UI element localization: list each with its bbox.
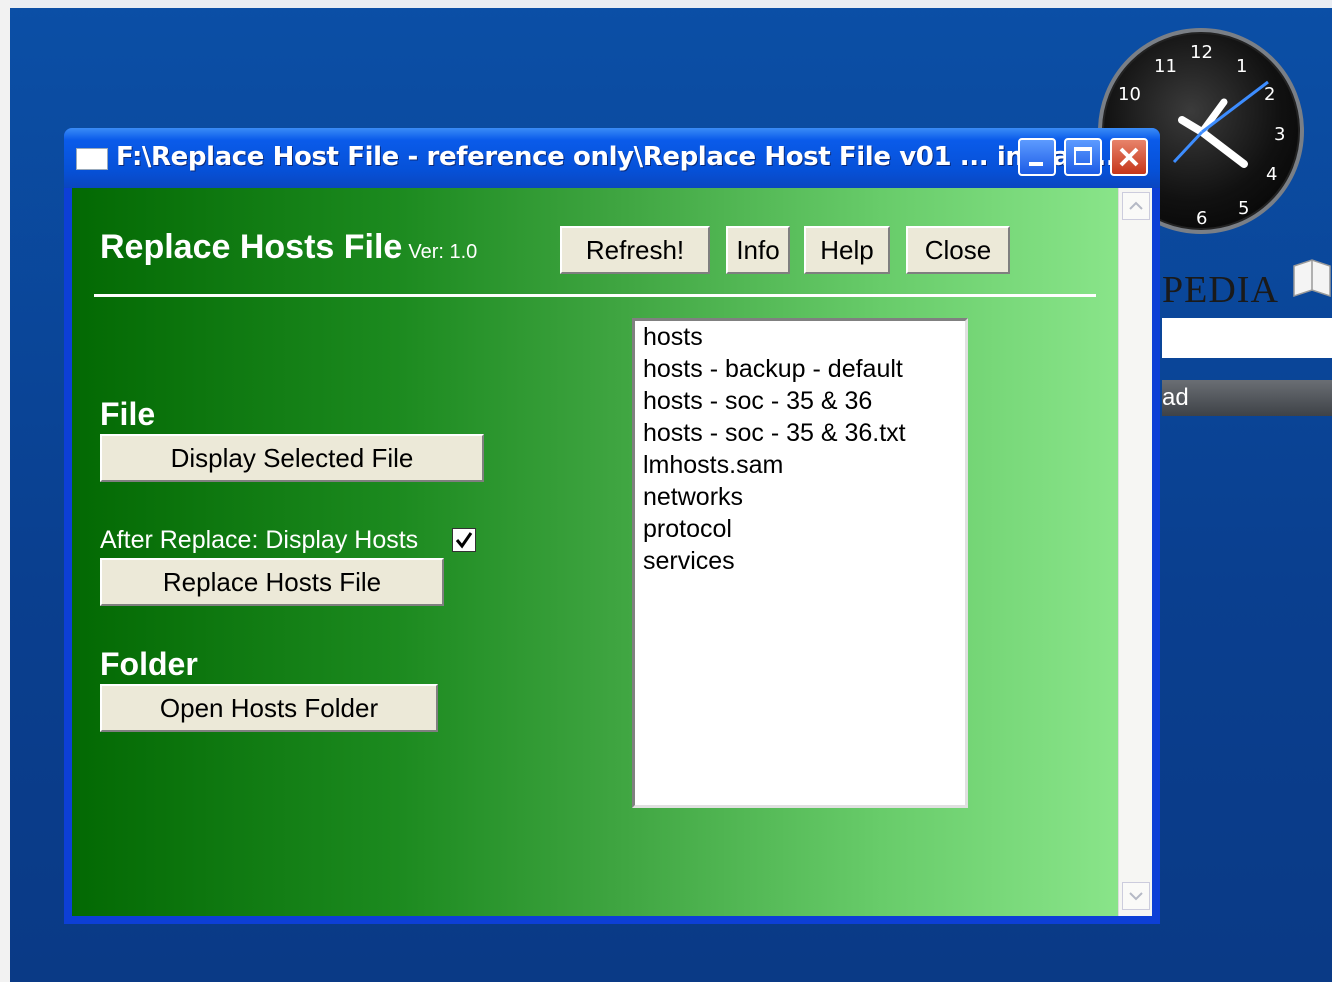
wiki-logo: PEDIA bbox=[1162, 269, 1279, 311]
app-window: F:\Replace Host File - reference only\Re… bbox=[64, 128, 1160, 924]
list-item[interactable]: hosts - soc - 35 & 36.txt bbox=[635, 417, 965, 449]
list-item[interactable]: hosts - soc - 35 & 36 bbox=[635, 385, 965, 417]
minimize-icon bbox=[1029, 162, 1043, 166]
desktop-top-strip bbox=[10, 0, 1332, 8]
close-icon bbox=[1119, 147, 1139, 167]
list-item[interactable]: services bbox=[635, 545, 965, 577]
open-hosts-folder-button[interactable]: Open Hosts Folder bbox=[100, 684, 438, 732]
list-item[interactable]: hosts bbox=[635, 321, 965, 353]
app-title: Replace Hosts File Ver: 1.0 bbox=[100, 228, 477, 267]
list-item[interactable]: networks bbox=[635, 481, 965, 513]
desktop-left-edge bbox=[0, 0, 10, 982]
vertical-scrollbar[interactable] bbox=[1118, 188, 1152, 916]
maximize-button[interactable] bbox=[1064, 138, 1102, 176]
wiki-search-button-label: ad bbox=[1162, 384, 1189, 411]
refresh-button[interactable]: Refresh! bbox=[560, 226, 710, 274]
maximize-icon bbox=[1074, 147, 1092, 165]
checkmark-icon bbox=[455, 532, 473, 549]
folder-section-heading: Folder bbox=[100, 646, 198, 682]
display-selected-file-button[interactable]: Display Selected File bbox=[100, 434, 484, 482]
client-area: Replace Hosts File Ver: 1.0 Refresh! Info… bbox=[72, 188, 1152, 916]
display-hosts-checkbox[interactable] bbox=[452, 528, 476, 552]
chevron-up-icon bbox=[1129, 201, 1143, 210]
file-section-heading: File bbox=[100, 396, 156, 432]
window-app-icon bbox=[76, 148, 108, 170]
after-replace-label: After Replace: Display Hosts bbox=[100, 526, 419, 554]
close-window-button[interactable] bbox=[1110, 138, 1148, 176]
hosts-file-list[interactable]: hosts hosts - backup - default hosts - s… bbox=[632, 318, 968, 808]
minimize-button[interactable] bbox=[1018, 138, 1056, 176]
list-item[interactable]: protocol bbox=[635, 513, 965, 545]
close-button[interactable]: Close bbox=[906, 226, 1010, 274]
divider bbox=[94, 294, 1096, 297]
wiki-search-button[interactable]: ad bbox=[1162, 380, 1332, 416]
scroll-down-button[interactable] bbox=[1122, 882, 1150, 910]
app-version: Ver: 1.0 bbox=[408, 241, 478, 263]
replace-hosts-file-button[interactable]: Replace Hosts File bbox=[100, 558, 444, 606]
list-item[interactable]: hosts - backup - default bbox=[635, 353, 965, 385]
scroll-up-button[interactable] bbox=[1122, 192, 1150, 220]
wiki-search-input[interactable] bbox=[1162, 318, 1332, 358]
title-bar[interactable]: F:\Replace Host File - reference only\Re… bbox=[64, 128, 1160, 188]
window-title: F:\Replace Host File - reference only\Re… bbox=[116, 142, 1116, 172]
chevron-down-icon bbox=[1129, 892, 1143, 901]
help-button[interactable]: Help bbox=[804, 226, 890, 274]
info-button[interactable]: Info bbox=[726, 226, 790, 274]
book-icon bbox=[1293, 259, 1331, 298]
list-item[interactable]: lmhosts.sam bbox=[635, 449, 965, 481]
app-title-text: Replace Hosts File bbox=[100, 228, 403, 266]
